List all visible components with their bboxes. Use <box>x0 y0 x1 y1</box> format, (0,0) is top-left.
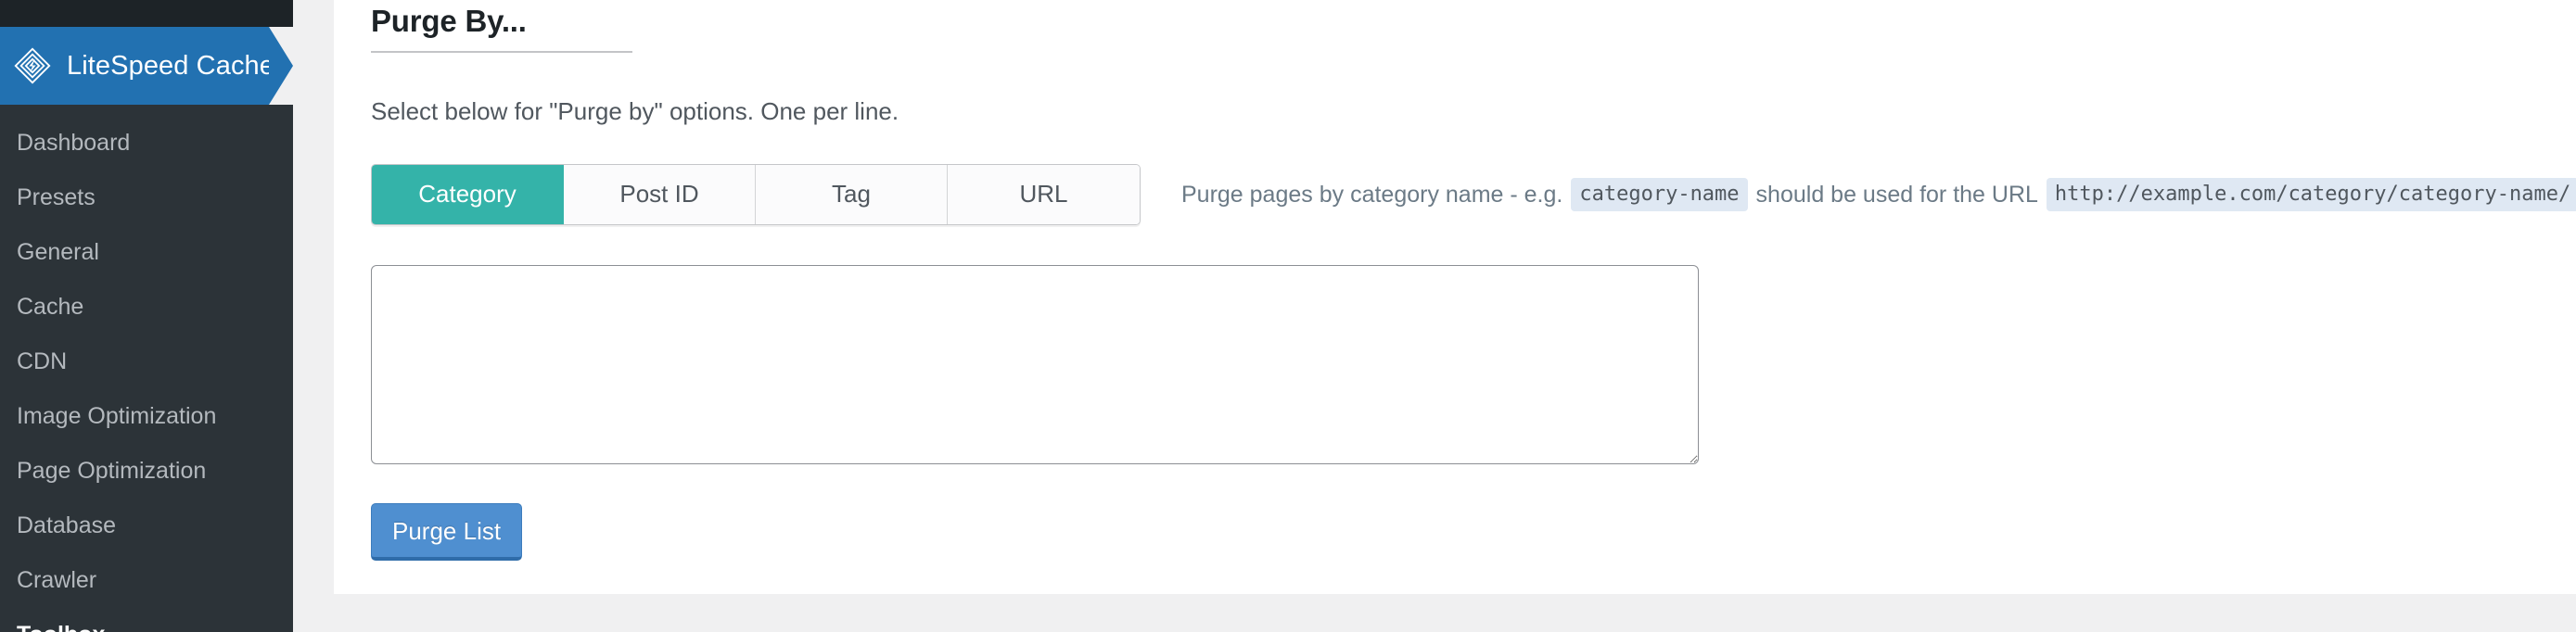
purge-by-tab-group: Category Post ID Tag URL <box>371 164 1141 225</box>
purge-by-controls-row: Category Post ID Tag URL Purge pages by … <box>371 164 2576 225</box>
tab-category[interactable]: Category <box>372 165 564 224</box>
brand-title: LiteSpeed Cache <box>67 50 274 81</box>
page-title: Purge By... <box>371 4 527 38</box>
tab-url[interactable]: URL <box>948 165 1140 224</box>
sidebar-brand-header[interactable]: LiteSpeed Cache <box>0 27 293 105</box>
sidebar-item-crawler[interactable]: Crawler <box>0 553 293 608</box>
sidebar-item-page-optimization[interactable]: Page Optimization <box>0 444 293 499</box>
sidebar-item-cdn[interactable]: CDN <box>0 335 293 389</box>
sidebar-item-database[interactable]: Database <box>0 499 293 553</box>
tab-post-id[interactable]: Post ID <box>564 165 756 224</box>
sidebar-menu: Dashboard Presets General Cache CDN Imag… <box>0 105 293 632</box>
purge-list-button[interactable]: Purge List <box>371 503 523 561</box>
purge-list-textarea[interactable] <box>371 265 1699 464</box>
purge-by-panel: Purge By... Select below for "Purge by" … <box>334 0 2576 594</box>
help-code-example: category-name <box>1571 178 1748 211</box>
title-divider <box>371 51 632 53</box>
admin-sidebar: LiteSpeed Cache Dashboard Presets Genera… <box>0 0 293 632</box>
litespeed-diamond-icon <box>14 47 51 84</box>
tab-tag[interactable]: Tag <box>756 165 948 224</box>
help-code-url: http://example.com/category/category-nam… <box>2046 178 2576 211</box>
help-middle: should be used for the URL <box>1755 181 2038 208</box>
sidebar-top-strip <box>0 0 293 27</box>
sidebar-item-toolbox[interactable]: Toolbox <box>0 608 293 632</box>
help-lead: Purge pages by category name - e.g. <box>1181 181 1563 208</box>
purge-by-help-text: Purge pages by category name - e.g. cate… <box>1181 178 2576 211</box>
sidebar-item-presets[interactable]: Presets <box>0 171 293 225</box>
sidebar-item-cache[interactable]: Cache <box>0 280 293 335</box>
sidebar-item-dashboard[interactable]: Dashboard <box>0 116 293 171</box>
litespeed-cache-admin-screen: LiteSpeed Cache Dashboard Presets Genera… <box>0 0 2576 632</box>
sidebar-item-general[interactable]: General <box>0 225 293 280</box>
purge-description: Select below for "Purge by" options. One… <box>371 97 899 125</box>
sidebar-item-image-optimization[interactable]: Image Optimization <box>0 389 293 444</box>
